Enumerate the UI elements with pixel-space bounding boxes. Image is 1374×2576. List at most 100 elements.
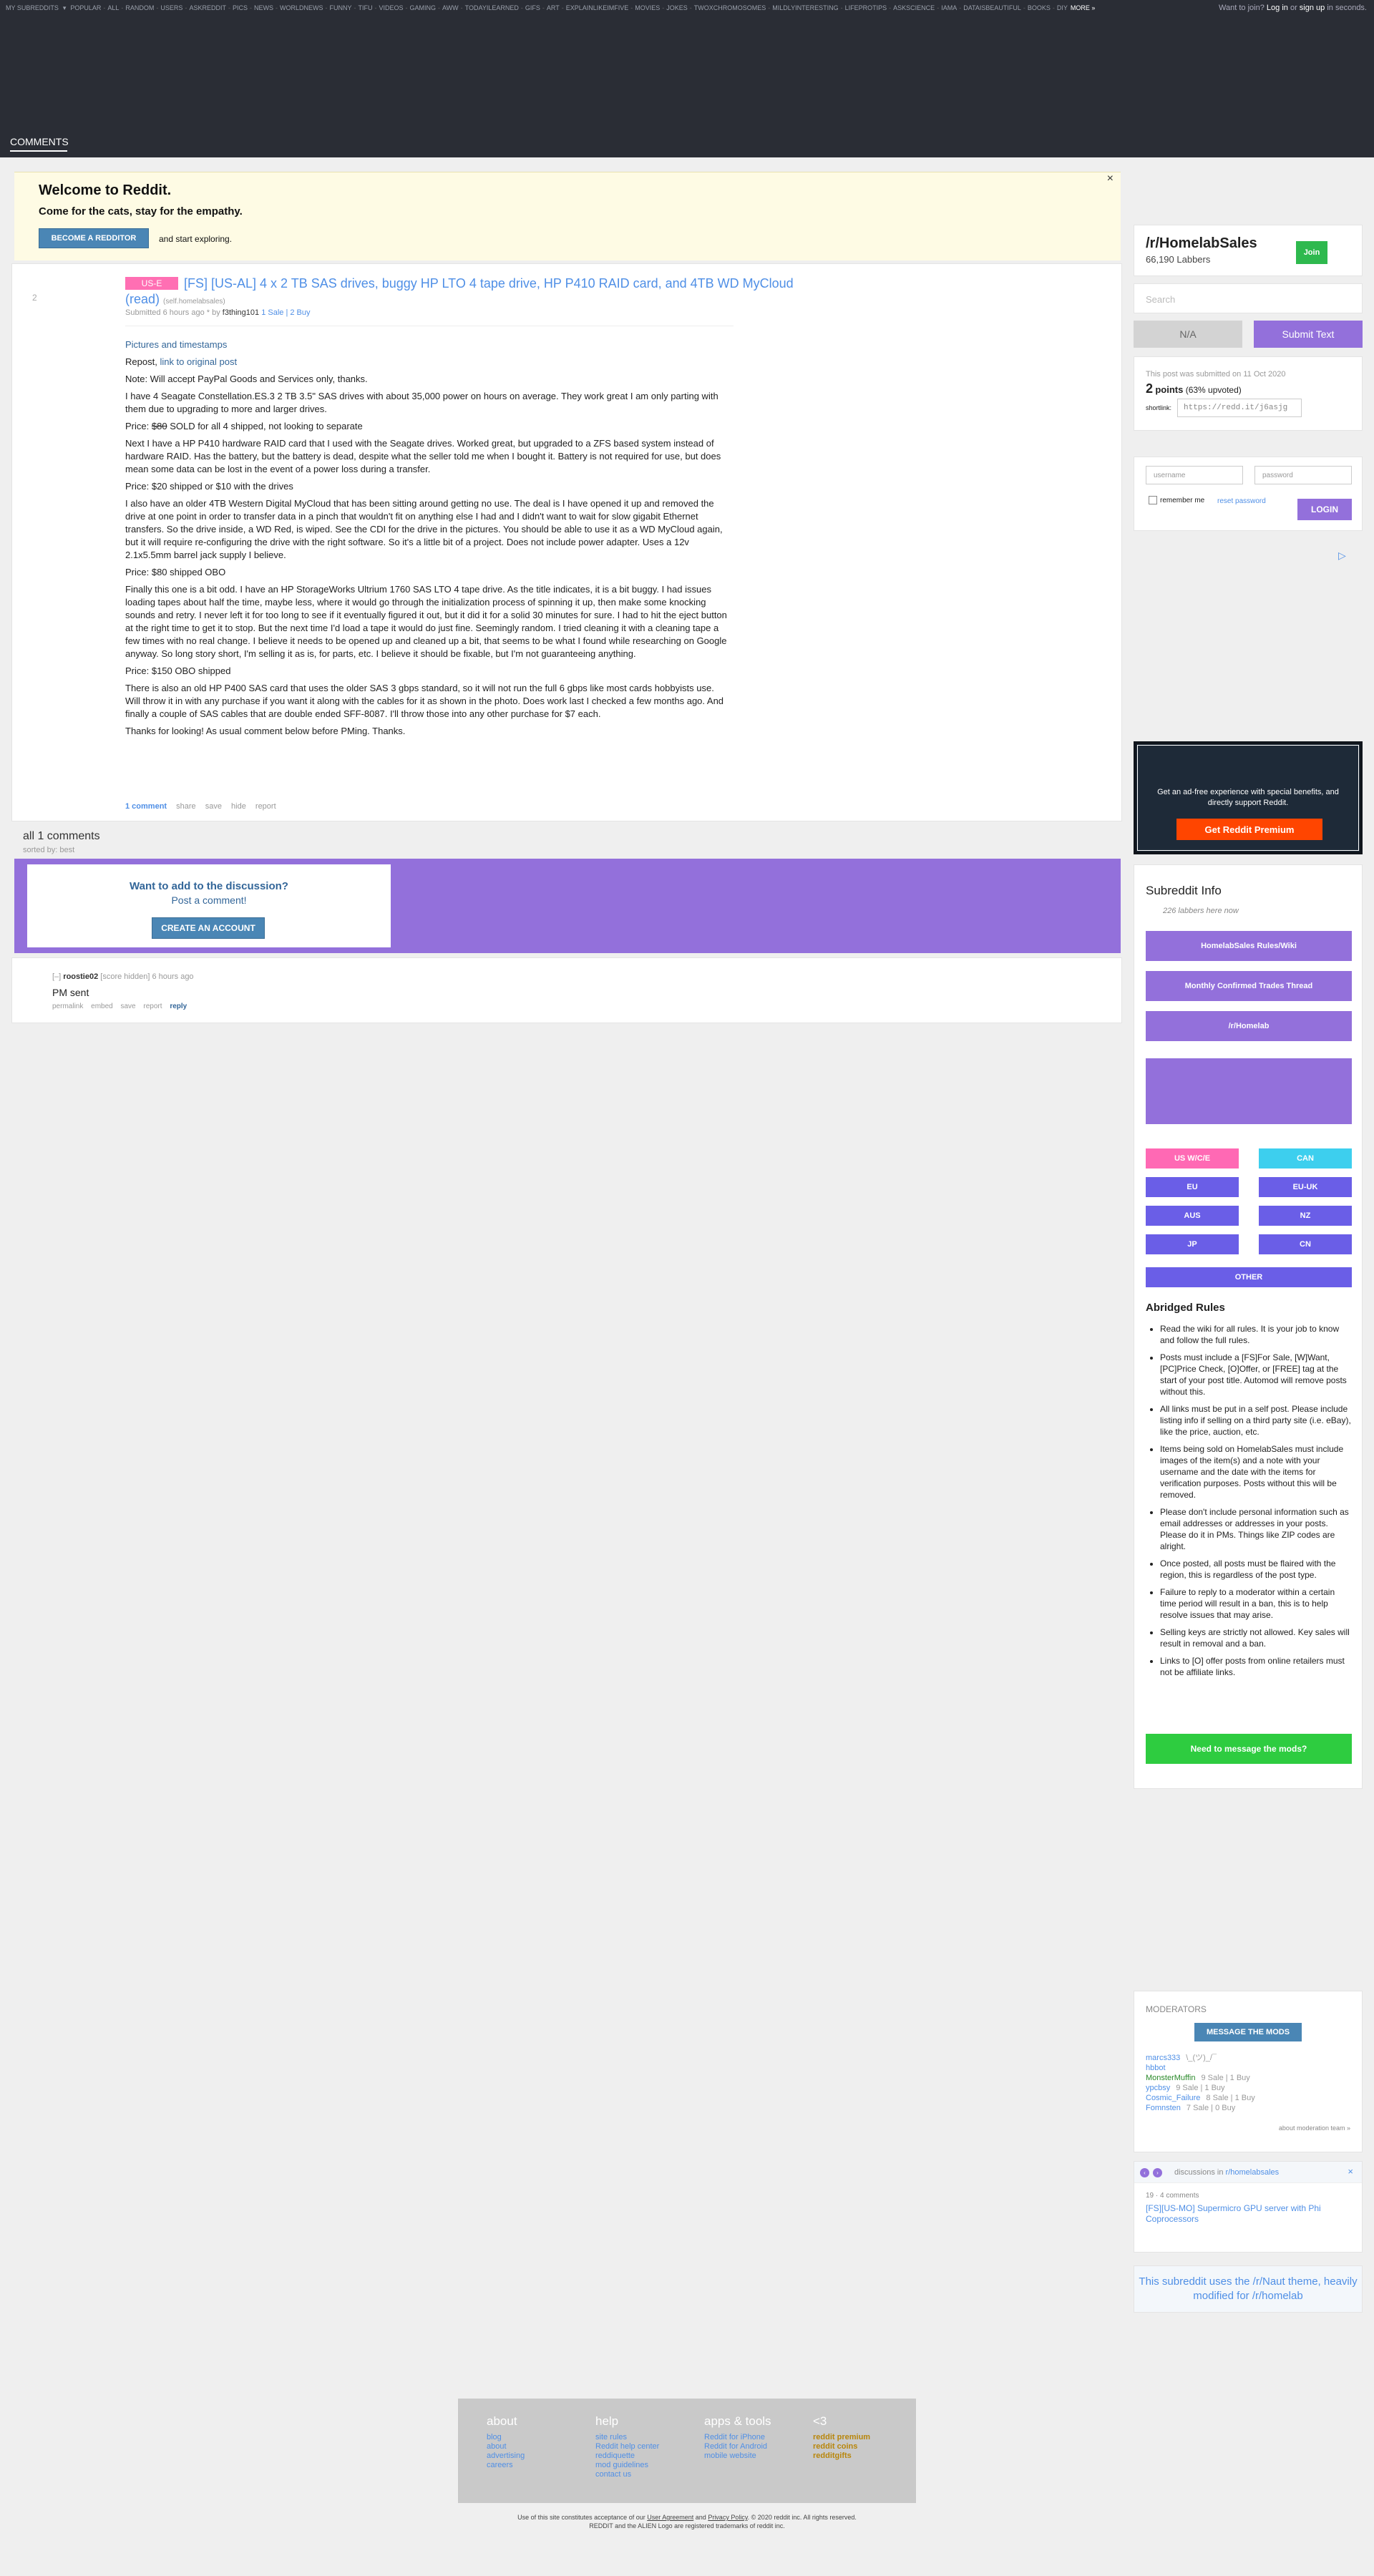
region-button[interactable]: EU-UK	[1259, 1177, 1352, 1197]
post-title-text[interactable]: [FS] [US-AL] 4 x 2 TB SAS drives, buggy …	[125, 276, 794, 306]
join-button[interactable]: Join	[1296, 241, 1327, 264]
region-button[interactable]: JP	[1146, 1234, 1239, 1254]
permalink-link[interactable]: permalink	[52, 1002, 83, 1010]
moderator-name[interactable]: Cosmic_Failure	[1146, 2094, 1200, 2102]
moderation-team-link[interactable]: about moderation team »	[1279, 2124, 1350, 2132]
subreddit-link[interactable]: PICS	[233, 4, 248, 11]
moderator-name[interactable]: ypcbsy	[1146, 2084, 1170, 2092]
prev-icon[interactable]: ‹	[1140, 2168, 1149, 2177]
reply-link[interactable]: reply	[170, 1002, 187, 1010]
get-premium-button[interactable]: Get Reddit Premium	[1176, 819, 1322, 840]
footer-link[interactable]: reddiquette	[595, 2451, 688, 2461]
message-mods-green-button[interactable]: Need to message the mods?	[1146, 1734, 1352, 1764]
subreddit-link[interactable]: DIY	[1057, 4, 1068, 11]
subreddit-link[interactable]: LIFEPROTIPS	[845, 4, 887, 11]
hide-link[interactable]: hide	[231, 802, 246, 811]
rules-wiki-button[interactable]: HomelabSales Rules/Wiki	[1146, 931, 1352, 961]
footer-link[interactable]: about	[487, 2442, 580, 2451]
login-link[interactable]: Log in	[1267, 4, 1288, 12]
collapse-toggle[interactable]: [–]	[52, 972, 61, 981]
search-input[interactable]: Search	[1134, 283, 1363, 313]
subreddit-name[interactable]: /r/HomelabSales	[1146, 235, 1257, 252]
subreddit-link[interactable]: JOKES	[666, 4, 688, 11]
subreddit-link[interactable]: ASKSCIENCE	[893, 4, 935, 11]
footer-link[interactable]: Reddit for Android	[704, 2442, 797, 2451]
tab-comments[interactable]: COMMENTS	[10, 136, 69, 147]
submit-text-button[interactable]: Submit Text	[1254, 321, 1363, 348]
report-link[interactable]: report	[255, 802, 276, 811]
subreddit-link[interactable]: AWW	[442, 4, 459, 11]
subreddit-link[interactable]: EXPLAINLIKEIMFIVE	[566, 4, 629, 11]
footer-link[interactable]: reddit premium	[813, 2433, 906, 2442]
share-link[interactable]: share	[176, 802, 196, 811]
subreddit-link[interactable]: NEWS	[254, 4, 273, 11]
password-field[interactable]: password	[1254, 466, 1352, 484]
footer-link[interactable]: redditgifts	[813, 2451, 906, 2461]
subreddit-link[interactable]: IAMA	[941, 4, 957, 11]
save-link[interactable]: save	[205, 802, 222, 811]
region-button[interactable]: EU	[1146, 1177, 1239, 1197]
subreddit-link[interactable]: ALL	[107, 4, 119, 11]
region-button[interactable]: AUS	[1146, 1206, 1239, 1226]
comments-link[interactable]: 1 comment	[125, 802, 167, 811]
sort-dropdown[interactable]: sorted by: best	[23, 846, 74, 854]
more-link[interactable]: MORE »	[1071, 4, 1096, 11]
discussion-link[interactable]: [FS][US-MO] Supermicro GPU server with P…	[1146, 2203, 1353, 2225]
chevron-down-icon[interactable]: ▾	[63, 4, 67, 12]
pictures-link[interactable]: Pictures and timestamps	[125, 339, 227, 350]
login-button[interactable]: LOGIN	[1297, 499, 1352, 520]
footer-link[interactable]: blog	[487, 2433, 580, 2442]
moderator-name[interactable]: MonsterMuffin	[1146, 2074, 1196, 2082]
subreddit-link[interactable]: TIFU	[358, 4, 372, 11]
username-field[interactable]: username	[1146, 466, 1243, 484]
close-icon[interactable]: ×	[1348, 2166, 1353, 2177]
remember-me[interactable]: remember me	[1149, 496, 1204, 504]
my-subreddits-dropdown[interactable]: MY SUBREDDITS	[6, 4, 59, 11]
original-post-link[interactable]: link to original post	[160, 356, 237, 367]
subreddit-link[interactable]: MILDLYINTERESTING	[772, 4, 838, 11]
post-domain[interactable]: (self.homelabsales)	[163, 298, 225, 306]
subreddit-link[interactable]: TODAYILEARNED	[465, 4, 519, 11]
message-mods-button[interactable]: MESSAGE THE MODS	[1194, 2023, 1302, 2041]
na-button[interactable]: N/A	[1134, 321, 1242, 348]
region-button[interactable]: US W/C/E	[1146, 1148, 1239, 1169]
subreddit-link[interactable]: BOOKS	[1028, 4, 1051, 11]
homelab-button[interactable]: /r/Homelab	[1146, 1011, 1352, 1041]
region-button[interactable]: NZ	[1259, 1206, 1352, 1226]
subreddit-link[interactable]: USERS	[160, 4, 182, 11]
subreddit-link[interactable]: TWOXCHROMOSOMES	[694, 4, 766, 11]
subreddit-link[interactable]: GAMING	[409, 4, 436, 11]
moderator-name[interactable]: Fomnsten	[1146, 2104, 1181, 2112]
become-redditor-button[interactable]: BECOME A REDDITOR	[39, 228, 149, 248]
next-icon[interactable]: ›	[1153, 2168, 1162, 2177]
adchoices-icon[interactable]: ▷	[1338, 550, 1346, 562]
comment-report-link[interactable]: report	[143, 1002, 162, 1010]
footer-link[interactable]: contact us	[595, 2470, 688, 2479]
comment-author[interactable]: roostie02	[63, 972, 98, 981]
discussions-sub-link[interactable]: r/homelabsales	[1226, 2168, 1280, 2177]
footer-link[interactable]: Reddit help center	[595, 2442, 688, 2451]
embed-link[interactable]: embed	[91, 1002, 113, 1010]
subreddit-link[interactable]: GIFS	[525, 4, 540, 11]
footer-link[interactable]: advertising	[487, 2451, 580, 2461]
region-button[interactable]: CN	[1259, 1234, 1352, 1254]
region-button[interactable]: OTHER	[1146, 1267, 1352, 1287]
shortlink-input[interactable]: https://redd.it/j6asjg	[1177, 399, 1302, 417]
moderator-name[interactable]: hbbot	[1146, 2064, 1166, 2072]
user-agreement-link[interactable]: User Agreement	[647, 2514, 693, 2521]
footer-link[interactable]: reddit coins	[813, 2442, 906, 2451]
signup-link[interactable]: sign up	[1300, 4, 1325, 12]
footer-link[interactable]: careers	[487, 2461, 580, 2470]
privacy-policy-link[interactable]: Privacy Policy	[708, 2514, 747, 2521]
subreddit-link[interactable]: DATAISBEAUTIFUL	[963, 4, 1021, 11]
subreddit-link[interactable]: ART	[547, 4, 560, 11]
comment-save-link[interactable]: save	[121, 1002, 136, 1010]
close-icon[interactable]: ×	[1107, 172, 1114, 185]
subreddit-link[interactable]: FUNNY	[329, 4, 351, 11]
subreddit-link[interactable]: POPULAR	[70, 4, 101, 11]
region-button[interactable]: CAN	[1259, 1148, 1352, 1169]
footer-link[interactable]: mobile website	[704, 2451, 797, 2461]
footer-link[interactable]: Reddit for iPhone	[704, 2433, 797, 2442]
moderator-name[interactable]: marcs333	[1146, 2054, 1180, 2062]
remember-checkbox[interactable]	[1149, 496, 1157, 504]
